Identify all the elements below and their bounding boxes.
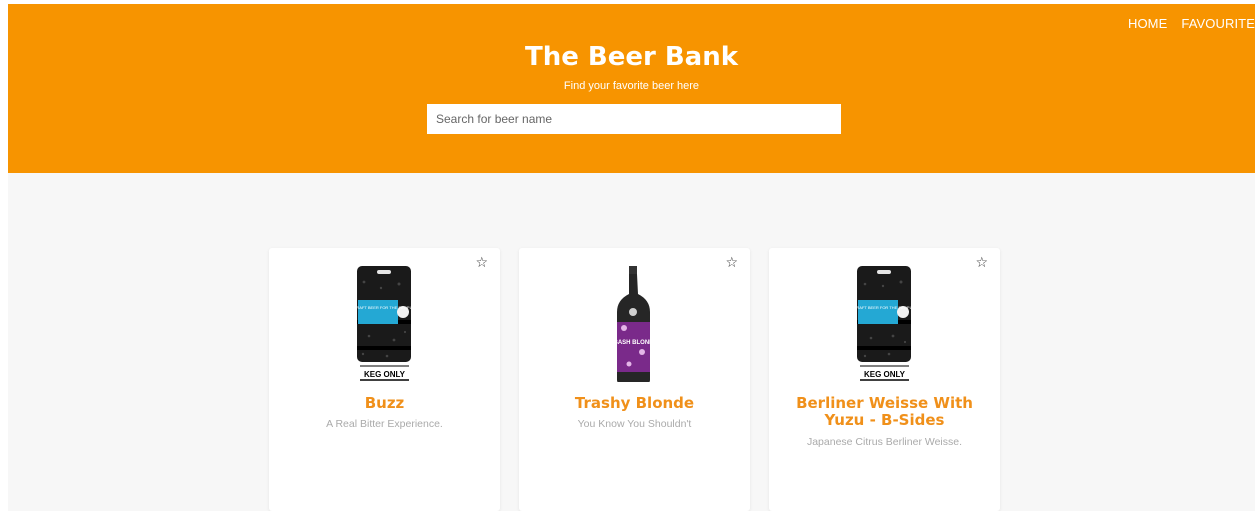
page: HOME FAVOURITE The Beer Bank Find your f… — [8, 4, 1255, 511]
beer-image: CRAFT BEER FOR THE PEOPLE KEG ONLY — [269, 256, 500, 382]
beer-card[interactable]: ☆ BASH BLOND Trashy Blonde You Know You … — [519, 248, 750, 511]
keg-label: KEG ONLY — [864, 370, 906, 379]
bottle-text: BASH BLOND — [614, 340, 655, 346]
beer-name[interactable]: Berliner Weisse With Yuzu - B-Sides — [779, 395, 990, 429]
beer-card[interactable]: ☆ CRAFT BEER FOR THE PEOPLE KEG ONLY — [269, 248, 500, 511]
search-input[interactable] — [427, 104, 841, 134]
keg-image: CRAFT BEER FOR THE PEOPLE KEG ONLY — [854, 266, 915, 381]
beer-name[interactable]: Buzz — [279, 395, 490, 412]
keg-text: CRAFT BEER FOR THE PEOPLE — [354, 305, 415, 310]
nav-favourite-link[interactable]: FAVOURITE — [1181, 16, 1255, 31]
page-title: The Beer Bank — [524, 42, 739, 72]
beer-name[interactable]: Trashy Blonde — [529, 395, 740, 412]
keg-label: KEG ONLY — [364, 370, 406, 379]
beer-tagline: You Know You Shouldn't — [577, 418, 692, 430]
bottle-image: BASH BLOND — [614, 266, 655, 383]
beer-card[interactable]: ☆ CRAFT BEER FOR THE PEOPLE KEG ONLY — [769, 248, 1000, 511]
keg-text: CRAFT BEER FOR THE PEOPLE — [854, 305, 915, 310]
keg-image: CRAFT BEER FOR THE PEOPLE KEG ONLY — [354, 266, 415, 381]
beer-tagline: Japanese Citrus Berliner Weisse. — [806, 436, 963, 448]
beer-tagline: A Real Bitter Experience. — [326, 418, 443, 430]
top-nav: HOME FAVOURITE — [1128, 16, 1255, 31]
nav-home-link[interactable]: HOME — [1128, 16, 1167, 31]
header-banner: HOME FAVOURITE The Beer Bank Find your f… — [8, 4, 1255, 173]
page-subtitle: Find your favorite beer here — [563, 80, 700, 92]
beer-image: BASH BLOND — [519, 256, 750, 383]
beer-image: CRAFT BEER FOR THE PEOPLE KEG ONLY — [769, 256, 1000, 382]
